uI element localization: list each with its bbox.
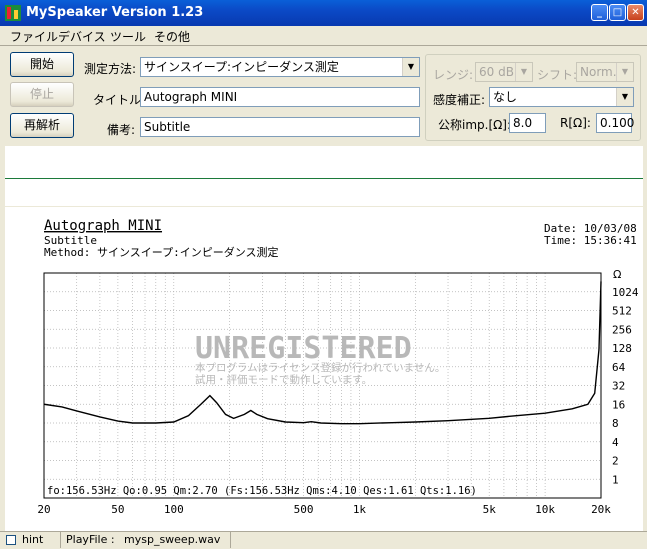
menu-other[interactable]: その他 <box>154 28 190 45</box>
control-panel: 開始 停止 再解析 測定方法: サインスイープ:インピーダンス測定 ▼ タイトル… <box>0 45 647 144</box>
shift-label: シフト: <box>537 68 578 82</box>
app-icon <box>5 5 21 21</box>
y-unit-label: Ω <box>613 268 621 281</box>
y-tick-label: 16 <box>612 398 625 411</box>
y-tick-label: 512 <box>612 305 632 318</box>
x-tick-label: 500 <box>294 503 314 516</box>
chevron-down-icon[interactable]: ▼ <box>616 63 633 81</box>
status-divider <box>230 532 231 548</box>
status-divider <box>60 532 61 548</box>
sensitivity-label: 感度補正: <box>433 93 486 107</box>
title-bar: MySpeaker Version 1.23 _ □ ✕ <box>0 0 647 26</box>
playfile-value: mysp_sweep.wav <box>124 533 221 546</box>
menu-device[interactable]: デバイス <box>58 28 106 45</box>
method-label: 測定方法: <box>84 62 137 76</box>
close-button[interactable]: ✕ <box>627 4 644 21</box>
info-panel <box>5 179 643 206</box>
graph-area: Autograph MINI Subtitle Method: サインスイープ:… <box>5 207 643 531</box>
minimize-button[interactable]: _ <box>591 4 608 21</box>
memo-label: 備考: <box>107 123 136 137</box>
menu-tools[interactable]: ツール <box>110 28 146 45</box>
window-title: MySpeaker Version 1.23 <box>26 5 204 20</box>
shift-select-value: Norm. <box>580 65 617 79</box>
graph-method: Method: サインスイープ:インピーダンス測定 <box>44 245 279 259</box>
y-tick-label: 128 <box>612 342 632 355</box>
title-input[interactable]: Autograph MINI <box>140 87 420 107</box>
graph-time: Time: 15:36:41 <box>544 234 637 247</box>
x-tick-label: 1k <box>353 503 367 516</box>
impedance-chart: Autograph MINI Subtitle Method: サインスイープ:… <box>37 218 638 516</box>
y-tick-label: 1024 <box>612 286 639 299</box>
stop-button[interactable]: 停止 <box>10 82 74 107</box>
x-tick-label: 5k <box>483 503 497 516</box>
x-tick-label: 20 <box>37 503 50 516</box>
hint-label: hint <box>22 533 44 546</box>
maximize-button[interactable]: □ <box>609 4 626 21</box>
y-tick-label: 8 <box>612 417 619 430</box>
status-bar: hint PlayFile : mysp_sweep.wav <box>0 531 647 549</box>
memo-input[interactable]: Subtitle <box>140 117 420 137</box>
watermark-line2: 試用・評価モードで動作しています。 <box>195 373 372 386</box>
y-tick-label: 32 <box>612 380 625 393</box>
range-label: レンジ: <box>433 68 474 82</box>
x-tick-label: 20k <box>591 503 611 516</box>
status-panel <box>5 146 643 179</box>
x-tick-label: 10k <box>535 503 555 516</box>
x-tick-label: 100 <box>164 503 184 516</box>
shift-select[interactable]: Norm. ▼ <box>576 62 634 82</box>
reanalyze-button[interactable]: 再解析 <box>10 113 74 138</box>
nominal-impedance-label: 公称imp.[Ω]: <box>438 118 512 132</box>
watermark-text: UNREGISTERED <box>195 331 412 366</box>
hint-checkbox[interactable] <box>6 535 16 545</box>
y-tick-label: 1 <box>612 473 619 486</box>
chevron-down-icon[interactable]: ▼ <box>616 88 633 106</box>
chevron-down-icon[interactable]: ▼ <box>515 63 532 81</box>
menu-file[interactable]: ファイル <box>10 28 58 45</box>
range-select-value: 60 dB <box>479 65 514 79</box>
title-label: タイトル: <box>93 93 146 107</box>
chevron-down-icon[interactable]: ▼ <box>402 58 419 76</box>
y-tick-label: 64 <box>612 361 626 374</box>
chart-tick-labels: 20 50 100 500 1k 5k 10k 20k 1024 512 256 128 64 32 16 8… <box>37 286 638 516</box>
r-label: R[Ω]: <box>560 116 591 130</box>
graph-title: Autograph MINI <box>44 218 162 234</box>
x-tick-label: 50 <box>111 503 124 516</box>
y-tick-label: 256 <box>612 323 632 336</box>
y-tick-label: 4 <box>612 436 619 449</box>
sensitivity-select-value: なし <box>493 90 518 104</box>
method-select-value: サインスイープ:インピーダンス測定 <box>144 60 339 74</box>
nominal-impedance-input[interactable]: 8.0 <box>509 113 546 133</box>
menu-bar: ファイル デバイス ツール その他 <box>0 26 647 45</box>
range-select[interactable]: 60 dB ▼ <box>475 62 533 82</box>
method-select[interactable]: サインスイープ:インピーダンス測定 ▼ <box>140 57 420 77</box>
watermark-line1: 本プログラムはライセンス登録が行われていません。 <box>195 361 445 374</box>
sensitivity-select[interactable]: なし ▼ <box>489 87 634 107</box>
playfile-label: PlayFile : <box>66 533 115 546</box>
start-button[interactable]: 開始 <box>10 52 74 77</box>
y-tick-label: 2 <box>612 455 619 468</box>
graph-params: fo:156.53Hz Qo:0.95 Qm:2.70 (Fs:156.53Hz… <box>47 485 477 497</box>
r-input[interactable]: 0.100 <box>596 113 634 133</box>
